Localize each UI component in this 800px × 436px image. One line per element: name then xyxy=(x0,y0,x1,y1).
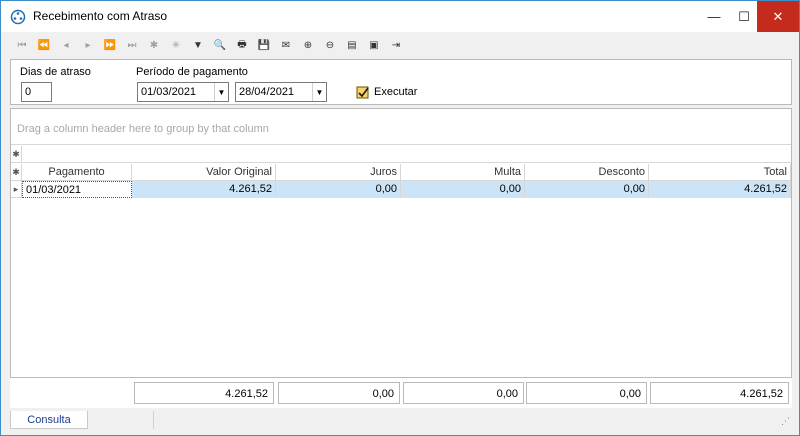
maximize-button[interactable]: ☐ xyxy=(729,1,759,32)
prev-page-icon[interactable]: ⏪ xyxy=(33,36,55,56)
table-cell[interactable]: 4.261,52 xyxy=(649,181,791,198)
next-record-icon[interactable]: ▸ xyxy=(77,36,99,56)
last-record-icon[interactable]: ⏭ xyxy=(121,36,143,56)
execute-icon xyxy=(356,86,369,99)
group-by-panel[interactable]: Drag a column header here to group by th… xyxy=(11,109,791,145)
filter-icon[interactable]: ▼ xyxy=(187,36,209,56)
summary-total-cell: 0,00 xyxy=(403,382,524,404)
date-from-value: 01/03/2021 xyxy=(141,86,197,98)
summary-total-cell: 0,00 xyxy=(526,382,647,404)
dias-atraso-input[interactable]: 0 xyxy=(21,82,52,102)
filter-row[interactable]: ✱ xyxy=(11,146,791,163)
close-button[interactable]: ✕ xyxy=(757,1,799,32)
title-bar: Recebimento com Atraso — ☐ ✕ xyxy=(1,1,799,32)
minimize-button[interactable]: — xyxy=(699,1,729,32)
executar-label: Executar xyxy=(374,86,418,98)
report-icon[interactable]: ▤ xyxy=(341,36,363,56)
table-cell[interactable]: 01/03/2021 xyxy=(22,181,132,198)
delete-record-icon[interactable]: ✳ xyxy=(165,36,187,56)
table-cell[interactable]: 0,00 xyxy=(525,181,649,198)
summary-total-cell: 0,00 xyxy=(278,382,400,404)
summary-total-cell: 4.261,52 xyxy=(134,382,274,404)
exit-icon[interactable]: ⇥ xyxy=(385,36,407,56)
prev-record-icon[interactable]: ◂ xyxy=(55,36,77,56)
tab-consulta[interactable]: Consulta xyxy=(10,411,88,429)
insert-record-icon[interactable]: ✱ xyxy=(143,36,165,56)
app-logo-icon xyxy=(10,9,26,25)
print-preview-icon[interactable]: 🔍 xyxy=(209,36,231,56)
column-header-juros[interactable]: Juros xyxy=(276,164,401,181)
summary-total-cell: 4.261,52 xyxy=(650,382,789,404)
current-row-icon: ▸ xyxy=(11,181,22,198)
column-header-desconto[interactable]: Desconto xyxy=(525,164,649,181)
table-cell[interactable]: 0,00 xyxy=(401,181,525,198)
date-to-value: 28/04/2021 xyxy=(239,86,295,98)
date-from-combo[interactable]: 01/03/2021 ▼ xyxy=(137,82,229,102)
window-icon[interactable]: ▣ xyxy=(363,36,385,56)
print-icon[interactable]: 🖶 xyxy=(231,36,253,56)
tab-bar: Consulta ⋰ xyxy=(10,411,792,429)
header-indicator-icon: ✱ xyxy=(11,164,22,181)
zoom-out-icon[interactable]: ⊖ xyxy=(319,36,341,56)
column-header-multa[interactable]: Multa xyxy=(401,164,525,181)
first-record-icon[interactable]: ⏮ xyxy=(11,36,33,56)
summary-footer: 4.261,52 0,00 0,00 0,00 4.261,52 xyxy=(10,377,792,408)
parameter-panel: Dias de atraso 0 Período de pagamento 01… xyxy=(10,59,792,105)
column-header-pagamento[interactable]: Pagamento xyxy=(22,164,132,181)
date-to-combo[interactable]: 28/04/2021 ▼ xyxy=(235,82,327,102)
chevron-down-icon[interactable]: ▼ xyxy=(214,83,228,101)
export-icon[interactable]: 💾 xyxy=(253,36,275,56)
navigator-toolbar: ⏮ ⏪ ◂ ▸ ⏩ ⏭ ✱ ✳ ▼ 🔍 🖶 💾 ✉ ⊕ ⊖ ▤ ▣ ⇥ xyxy=(9,34,792,57)
periodo-label: Período de pagamento xyxy=(136,66,248,78)
next-page-icon[interactable]: ⏩ xyxy=(99,36,121,56)
window-title: Recebimento com Atraso xyxy=(33,9,168,23)
filter-row-icon: ✱ xyxy=(11,146,22,163)
email-icon[interactable]: ✉ xyxy=(275,36,297,56)
chevron-down-icon[interactable]: ▼ xyxy=(312,83,326,101)
column-header-row: ✱ Pagamento Valor Original Juros Multa Desco… xyxy=(11,164,791,181)
table-row[interactable]: ▸ 01/03/2021 4.261,52 0,00 0,00 0,00 4.261,52 xyxy=(11,181,791,198)
executar-button[interactable]: Executar xyxy=(355,82,417,102)
tab-separator xyxy=(153,411,154,429)
data-grid: Drag a column header here to group by th… xyxy=(10,108,792,408)
column-header-total[interactable]: Total xyxy=(649,164,791,181)
table-cell[interactable]: 4.261,52 xyxy=(132,181,276,198)
column-header-valor-original[interactable]: Valor Original xyxy=(132,164,276,181)
dias-atraso-label: Dias de atraso xyxy=(20,66,91,78)
resize-grip-icon[interactable]: ⋰ xyxy=(781,416,790,427)
zoom-in-icon[interactable]: ⊕ xyxy=(297,36,319,56)
table-cell[interactable]: 0,00 xyxy=(276,181,401,198)
app-window: Recebimento com Atraso — ☐ ✕ ⏮ ⏪ ◂ ▸ ⏩ ⏭ ✱ ✳ ▼ 🔍 🖶… xyxy=(0,0,800,436)
